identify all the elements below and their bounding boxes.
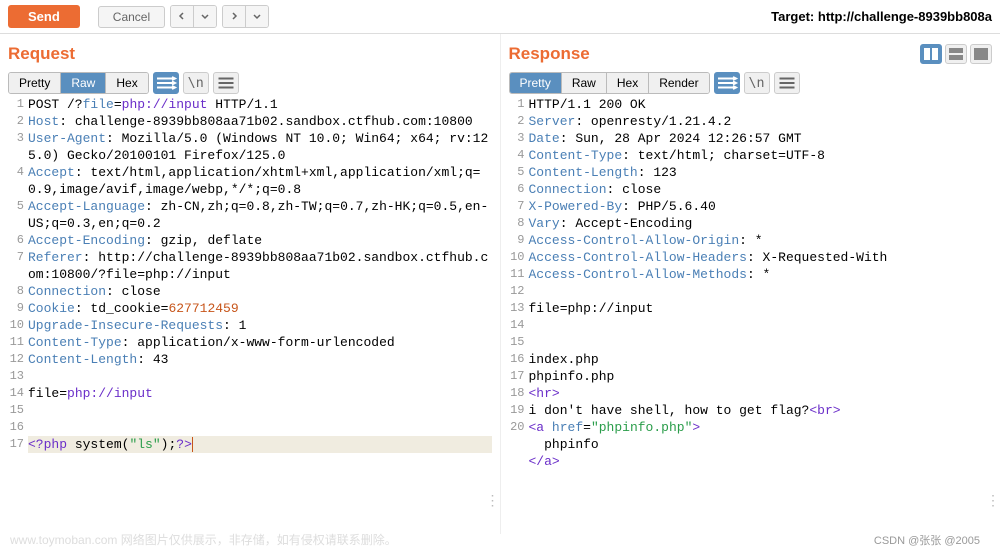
- resize-handle-right[interactable]: [986, 492, 998, 509]
- menu-button[interactable]: [774, 72, 800, 94]
- layout-single-button[interactable]: [970, 44, 992, 64]
- history-forward-menu[interactable]: [246, 6, 268, 27]
- layout-stack-button[interactable]: [945, 44, 967, 64]
- resize-handle-left[interactable]: [486, 492, 498, 509]
- tab-raw[interactable]: Raw: [61, 73, 106, 93]
- history-forward-button[interactable]: [223, 6, 246, 27]
- history-back-button[interactable]: [171, 6, 194, 27]
- toolbar: Send Cancel Target: http://challenge-893…: [0, 0, 1000, 34]
- tab-hex[interactable]: Hex: [106, 73, 147, 93]
- send-button[interactable]: Send: [8, 5, 80, 28]
- response-title: Response: [509, 44, 921, 64]
- response-panel: Response PrettyRawHexRender \n 123456789…: [501, 34, 1000, 534]
- request-title: Request: [8, 44, 492, 64]
- request-editor[interactable]: POST /?file=php://input HTTP/1.1Host: ch…: [28, 96, 492, 453]
- history-forward-group: [222, 5, 269, 28]
- tab-raw[interactable]: Raw: [562, 73, 607, 93]
- layout-toggle: [920, 44, 992, 64]
- history-back-menu[interactable]: [194, 6, 216, 27]
- actions-button[interactable]: [153, 72, 179, 94]
- newline-button[interactable]: \n: [744, 72, 770, 94]
- target-label: Target: http://challenge-8939bb808a: [771, 9, 992, 24]
- tab-hex[interactable]: Hex: [607, 73, 649, 93]
- tab-pretty[interactable]: Pretty: [9, 73, 61, 93]
- tab-render[interactable]: Render: [649, 73, 708, 93]
- actions-button[interactable]: [714, 72, 740, 94]
- newline-button[interactable]: \n: [183, 72, 209, 94]
- cancel-button[interactable]: Cancel: [98, 6, 165, 28]
- watermark-right: CSDN @张张 @2005: [874, 532, 980, 548]
- layout-split-button[interactable]: [920, 44, 942, 64]
- request-panel: Request PrettyRawHex \n 1234567891011121…: [0, 34, 501, 534]
- watermark-left: www.toymoban.com 网络图片仅供展示，非存储，如有侵权请联系删除。: [10, 531, 397, 548]
- tab-pretty[interactable]: Pretty: [510, 73, 562, 93]
- response-viewer[interactable]: HTTP/1.1 200 OKServer: openresty/1.21.4.…: [529, 96, 993, 470]
- menu-button[interactable]: [213, 72, 239, 94]
- history-back-group: [170, 5, 217, 28]
